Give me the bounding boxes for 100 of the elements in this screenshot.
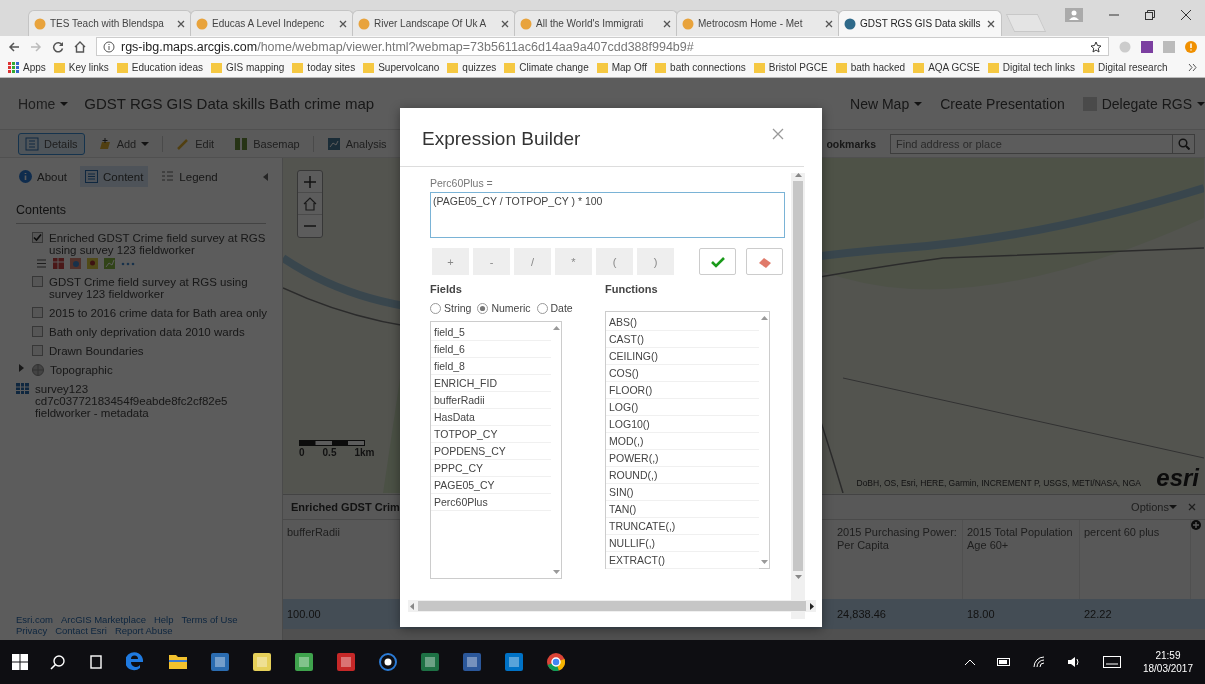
bookmark[interactable]: AQA GCSE: [913, 61, 980, 73]
radio-button[interactable]: [430, 302, 441, 314]
close-icon[interactable]: [1181, 10, 1191, 20]
reload-icon[interactable]: [52, 40, 64, 53]
scroll-down-icon[interactable]: [794, 575, 802, 579]
star-icon[interactable]: [1090, 40, 1102, 53]
pin-icon[interactable]: [87, 258, 98, 269]
add-column-icon[interactable]: [1191, 520, 1201, 530]
checkbox[interactable]: [32, 307, 43, 318]
checkbox[interactable]: [32, 326, 43, 337]
radio-label[interactable]: String: [444, 302, 472, 314]
field-item[interactable]: Perc60Plus: [431, 494, 551, 511]
browser-tab[interactable]: Educas A Level Indepenc: [190, 10, 354, 36]
color-swatch-icon[interactable]: [70, 258, 81, 269]
field-item[interactable]: ENRICH_FID: [431, 375, 551, 392]
alert-icon[interactable]: [1185, 40, 1197, 53]
function-item[interactable]: ABS(): [606, 314, 759, 331]
close-icon[interactable]: [824, 18, 834, 29]
field-item[interactable]: TOTPOP_CY: [431, 426, 551, 443]
e-shaped-icon[interactable]: [126, 652, 146, 672]
app-tile-icon[interactable]: [210, 652, 230, 672]
app-tile-icon[interactable]: [252, 652, 272, 672]
chevrons-icon[interactable]: [1188, 62, 1197, 72]
field-item[interactable]: HasData: [431, 409, 551, 426]
function-item[interactable]: TRUNCATE(,): [606, 518, 759, 535]
chevron-up-icon[interactable]: [964, 659, 975, 665]
close-icon[interactable]: [500, 18, 510, 29]
chrome-icon[interactable]: [546, 652, 566, 672]
bookmark[interactable]: Bristol PGCE: [753, 61, 828, 73]
radio-button[interactable]: [477, 302, 489, 314]
close-icon[interactable]: [338, 18, 348, 29]
browser-tab[interactable]: GDST RGS GIS Data skills: [838, 10, 1002, 36]
function-item[interactable]: POWER(,): [606, 450, 759, 467]
scroll-left-icon[interactable]: [410, 602, 414, 610]
home-icon[interactable]: [74, 40, 86, 53]
browser-tab[interactable]: All the World's Immigrati: [514, 10, 678, 36]
caret-down-icon[interactable]: [1169, 505, 1177, 509]
field-item[interactable]: POPDENS_CY: [431, 443, 551, 460]
validate-button[interactable]: [699, 248, 736, 275]
function-item[interactable]: CAST(): [606, 331, 759, 348]
keyboard-icon[interactable]: [1102, 656, 1121, 668]
field-item[interactable]: field_5: [431, 324, 551, 341]
bookmark[interactable]: Supervolcano: [363, 61, 440, 73]
field-item[interactable]: bufferRadii: [431, 392, 551, 409]
field-item[interactable]: PAGE05_CY: [431, 477, 551, 494]
field-item[interactable]: field_8: [431, 358, 551, 375]
extension-icon[interactable]: [1141, 40, 1153, 53]
checkbox[interactable]: [32, 232, 43, 243]
address-bar[interactable]: rgs-ibg.maps.arcgis.com/home/webmap/viewer.html?webmap=73b5611ac6d14aa9a407cdd388f994b9#: [96, 37, 1109, 56]
bookmark[interactable]: Apps: [8, 61, 46, 73]
bookmark[interactable]: Key links: [53, 61, 109, 73]
scroll-up-icon[interactable]: [760, 316, 768, 320]
field-item[interactable]: field_6: [431, 341, 551, 358]
app-tile-icon[interactable]: [504, 652, 524, 672]
horizontal-scrollbar[interactable]: [283, 629, 1205, 640]
bookmark[interactable]: today sites: [292, 61, 356, 73]
scroll-down-icon[interactable]: [760, 560, 768, 564]
close-icon[interactable]: [662, 18, 672, 29]
expression-field[interactable]: (PAGE05_CY / TOTPOP_CY ) * 100: [430, 192, 785, 238]
battery-icon[interactable]: [996, 658, 1011, 666]
function-item[interactable]: NULLIF(,): [606, 535, 759, 552]
wifi-icon[interactable]: [1032, 656, 1045, 668]
checkbox[interactable]: [32, 345, 43, 356]
bookmark[interactable]: Education ideas: [116, 61, 203, 73]
function-item[interactable]: LOG10(): [606, 416, 759, 433]
expand-arrow-icon[interactable]: [18, 364, 26, 372]
app-tile-icon[interactable]: [420, 652, 440, 672]
search-button[interactable]: [1173, 133, 1195, 154]
folder-icon[interactable]: [168, 652, 188, 672]
bookmark[interactable]: Climate change: [504, 61, 589, 73]
circle-icon[interactable]: [378, 652, 398, 672]
radio-label[interactable]: Date: [550, 302, 573, 314]
close-icon[interactable]: [986, 18, 996, 29]
app-tile-icon[interactable]: [462, 652, 482, 672]
browser-tab[interactable]: TES Teach with Blendspa: [28, 10, 192, 36]
horizontal-scrollbar[interactable]: [408, 600, 816, 612]
radio-button[interactable]: [536, 302, 548, 314]
bookmark[interactable]: quizzes: [447, 61, 497, 73]
clock[interactable]: 21:59 18/03/2017: [1142, 649, 1193, 675]
scroll-up-icon[interactable]: [794, 173, 802, 177]
scroll-down-icon[interactable]: [552, 570, 560, 574]
radio-label[interactable]: Numeric: [491, 302, 531, 314]
user-icon[interactable]: [1065, 8, 1083, 22]
function-item[interactable]: MOD(,): [606, 433, 759, 450]
app-tile-icon[interactable]: [294, 652, 314, 672]
bookmark[interactable]: GIS mapping: [211, 61, 285, 73]
field-item[interactable]: PPPC_CY: [431, 460, 551, 477]
legend-icon[interactable]: [36, 258, 47, 269]
bookmark[interactable]: Digital research: [1083, 61, 1168, 73]
function-item[interactable]: CEILING(): [606, 348, 759, 365]
function-item[interactable]: EXTRACT(): [606, 552, 759, 569]
scroll-right-icon[interactable]: [810, 602, 814, 610]
chart-icon[interactable]: [104, 258, 115, 269]
browser-tab[interactable]: River Landscape Of Uk A: [352, 10, 516, 36]
browser-tab[interactable]: Metrocosm Home - Met: [676, 10, 840, 36]
function-item[interactable]: TAN(): [606, 501, 759, 518]
function-item[interactable]: ROUND(,): [606, 467, 759, 484]
forward-icon[interactable]: [30, 40, 42, 53]
collapse-arrow-icon[interactable]: [263, 172, 268, 181]
close-icon[interactable]: [176, 18, 186, 29]
